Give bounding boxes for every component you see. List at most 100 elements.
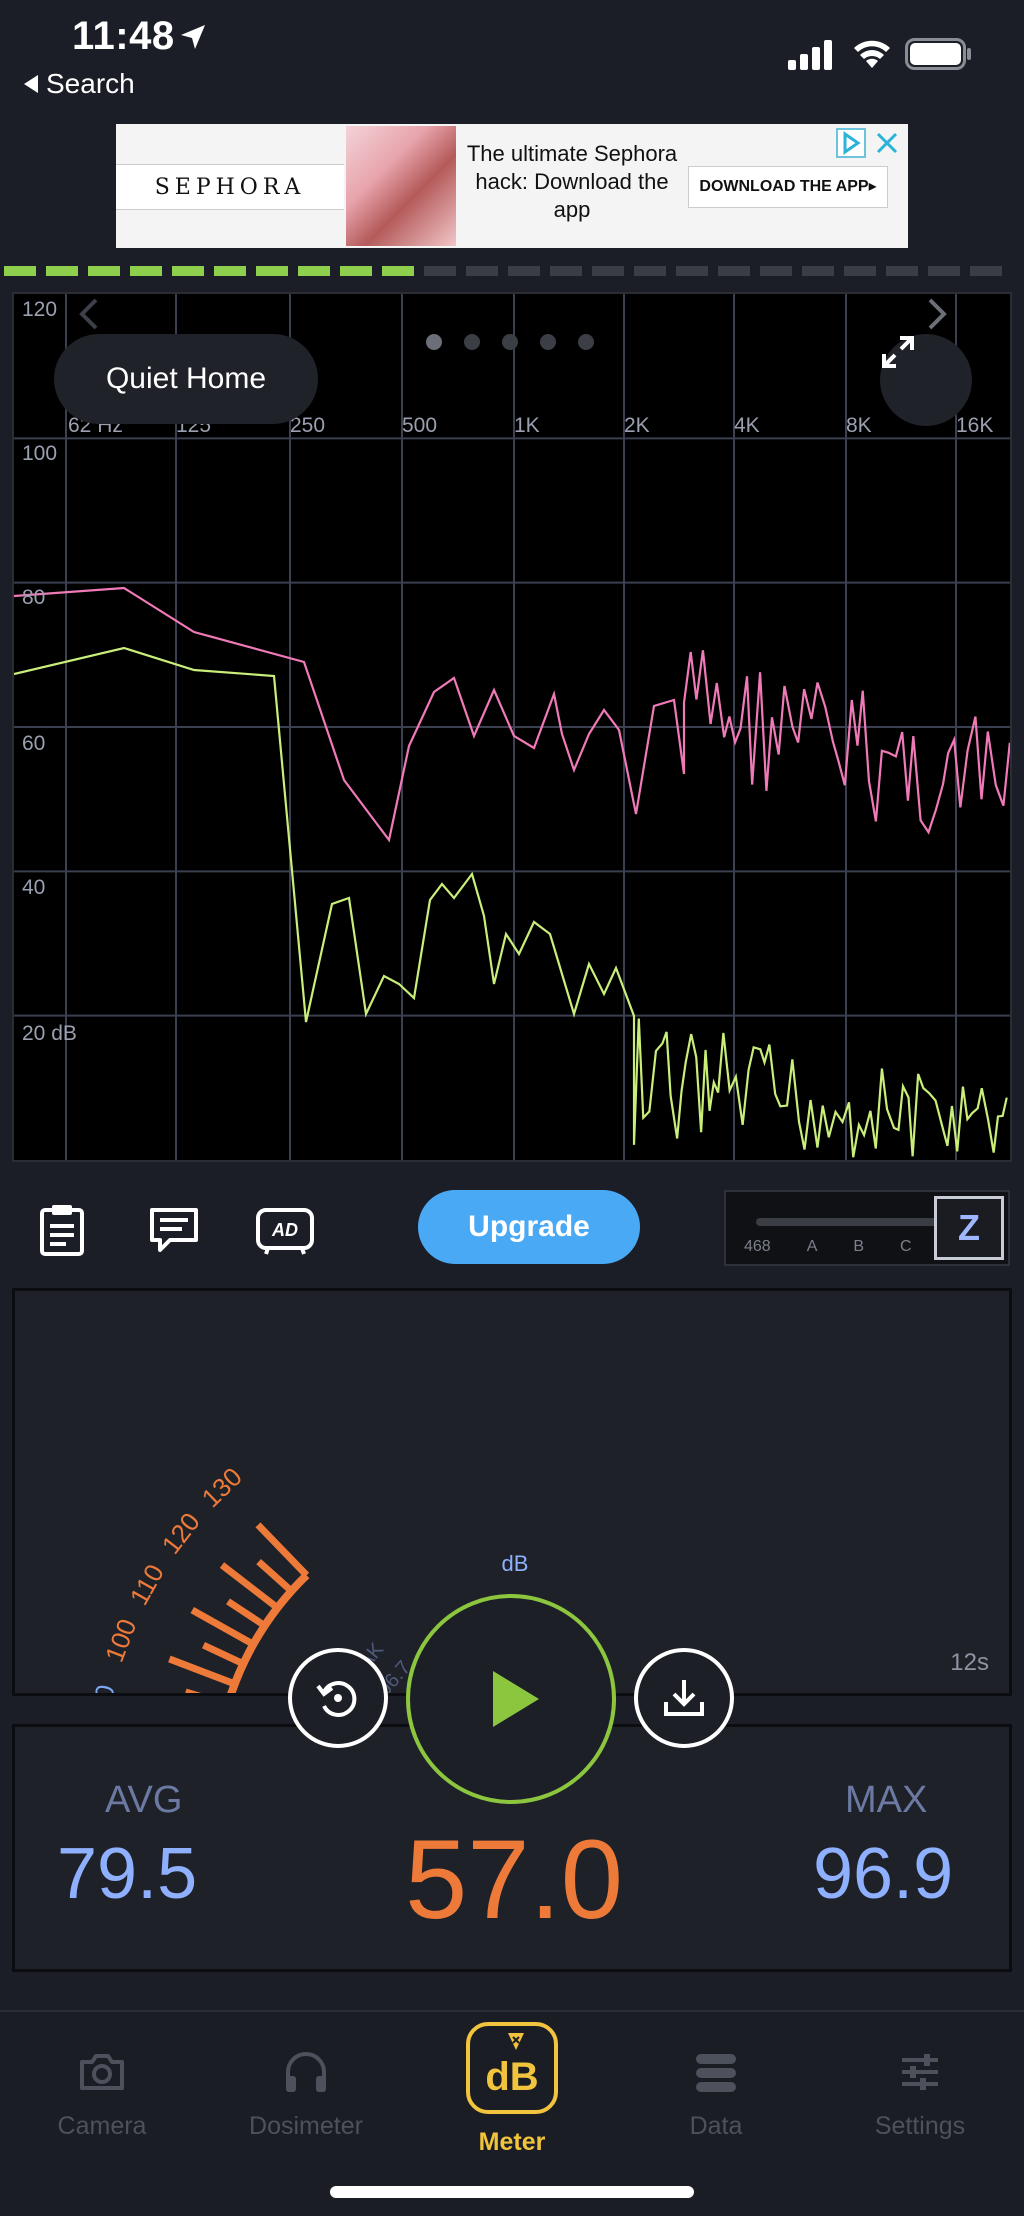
gauge-scale-label: 110: [124, 1559, 170, 1610]
fullscreen-button[interactable]: [880, 334, 972, 426]
tab-data-label: Data: [689, 2112, 743, 2140]
back-label: Search: [46, 68, 135, 99]
chevron-right-icon[interactable]: [922, 294, 952, 334]
sliders-icon: [902, 2054, 938, 2090]
status-time: 11:48: [72, 14, 175, 58]
play-icon: [493, 1671, 539, 1727]
ad-cta-button[interactable]: DOWNLOAD THE APP▸: [688, 166, 888, 208]
elapsed-timer: 12s: [950, 1649, 989, 1676]
remove-ads-icon[interactable]: AD: [254, 1202, 316, 1258]
frequency-weighting-selector[interactable]: 468 A B C Z: [724, 1190, 1010, 1266]
gauge-tick: [168, 1655, 237, 1688]
ad-image: [346, 126, 456, 246]
level-segment: [886, 266, 918, 276]
level-segment: [466, 266, 498, 276]
y-label-80: 80: [22, 586, 46, 609]
gauge-tick: [201, 1641, 245, 1667]
page-dot[interactable]: [426, 334, 442, 350]
weighting-c[interactable]: C: [900, 1238, 912, 1256]
level-segment: [508, 266, 540, 276]
db-badge-text: dB: [485, 2054, 539, 2099]
level-segment: [130, 266, 162, 276]
weighting-labels: 468 A B C: [744, 1238, 912, 1256]
x-label-4k: 4K: [734, 414, 760, 437]
spectrum-chart[interactable]: 120 100 80 60 40 20 dB 62 Hz 125 250 500…: [12, 292, 1012, 1162]
ad-text: The ultimate Sephora hack: Download the …: [466, 141, 678, 222]
cellular-signal-icon: [788, 40, 832, 70]
db-meter-icon: dB: [466, 2022, 558, 2114]
level-segment: [970, 266, 1002, 276]
notes-icon[interactable]: [146, 1202, 202, 1258]
reset-icon: [316, 1681, 357, 1717]
ad-close-icon[interactable]: [872, 128, 902, 158]
camera-icon: [80, 2054, 124, 2090]
level-segment: [844, 266, 876, 276]
page-dot[interactable]: [540, 334, 556, 350]
y-label-120: 120: [22, 298, 58, 321]
ad-banner[interactable]: SEPHORA The ultimate Sephora hack: Downl…: [116, 124, 908, 248]
level-segment: [46, 266, 78, 276]
tab-camera[interactable]: Camera: [12, 2038, 192, 2158]
x-label-8k: 8K: [846, 414, 872, 437]
page-dot[interactable]: [502, 334, 518, 350]
gauge-tick: [256, 1559, 294, 1594]
page-dots[interactable]: [426, 334, 594, 350]
level-segment: [88, 266, 120, 276]
tab-settings[interactable]: Settings: [830, 2038, 1010, 2158]
weighting-track[interactable]: [756, 1218, 956, 1226]
page-dot[interactable]: [578, 334, 594, 350]
tab-meter-label: Meter: [478, 2128, 546, 2156]
back-arrow-icon: [24, 75, 38, 93]
gauge-tick: [226, 1598, 267, 1629]
level-segment: [928, 266, 960, 276]
meter-toolbar: AD Upgrade 468 A B C Z: [0, 1172, 1024, 1282]
y-label-20db: 20 dB: [22, 1022, 77, 1045]
clipboard-icon[interactable]: [34, 1202, 90, 1258]
x-label-16k: 16K: [956, 414, 994, 437]
level-segment: [298, 266, 330, 276]
ad-brand: SEPHORA: [116, 164, 344, 210]
level-segment: [802, 266, 834, 276]
gauge-scale-label: 130: [196, 1461, 248, 1513]
weighting-z-selected[interactable]: Z: [934, 1196, 1004, 1260]
svg-text:AD: AD: [271, 1220, 298, 1240]
level-trace: [14, 646, 1008, 1158]
expand-icon: [882, 336, 914, 368]
level-segment: [634, 266, 666, 276]
save-button[interactable]: [634, 1648, 734, 1748]
home-indicator[interactable]: [330, 2186, 694, 2198]
preset-selector[interactable]: Quiet Home: [54, 334, 318, 424]
tab-dosimeter-label: Dosimeter: [249, 2112, 363, 2140]
avg-label: AVG: [105, 1779, 183, 1821]
x-label-2k: 2K: [624, 414, 650, 437]
tab-settings-label: Settings: [874, 2112, 966, 2140]
gauge-scale-label: 100: [99, 1615, 143, 1666]
level-segment: [256, 266, 288, 276]
ad-choices-icon[interactable]: [836, 128, 866, 158]
page-dot[interactable]: [464, 334, 480, 350]
tab-dosimeter[interactable]: Dosimeter: [216, 2038, 396, 2158]
level-segment: [550, 266, 582, 276]
weighting-468[interactable]: 468: [744, 1238, 771, 1256]
download-icon: [664, 1680, 704, 1716]
gauge-scale-label: 90: [85, 1682, 121, 1693]
reset-button[interactable]: [288, 1648, 388, 1748]
level-segment: [760, 266, 792, 276]
chevron-left-icon[interactable]: [74, 294, 104, 334]
play-button[interactable]: [406, 1594, 616, 1804]
current-db-value: 57.0: [405, 1817, 623, 1942]
upgrade-button[interactable]: Upgrade: [418, 1190, 640, 1264]
x-label-1k: 1K: [514, 414, 540, 437]
weighting-a[interactable]: A: [807, 1238, 818, 1256]
level-segment: [718, 266, 750, 276]
y-label-100: 100: [22, 442, 58, 465]
weighting-b[interactable]: B: [853, 1238, 864, 1256]
level-segment: [592, 266, 624, 276]
tab-meter[interactable]: dB Meter: [422, 2022, 602, 2158]
level-segment: [214, 266, 246, 276]
level-segment: [4, 266, 36, 276]
wifi-icon: [854, 40, 890, 68]
tab-data[interactable]: Data: [626, 2038, 806, 2158]
back-to-search-link[interactable]: Search: [24, 68, 135, 100]
headphones-icon: [286, 2052, 326, 2092]
